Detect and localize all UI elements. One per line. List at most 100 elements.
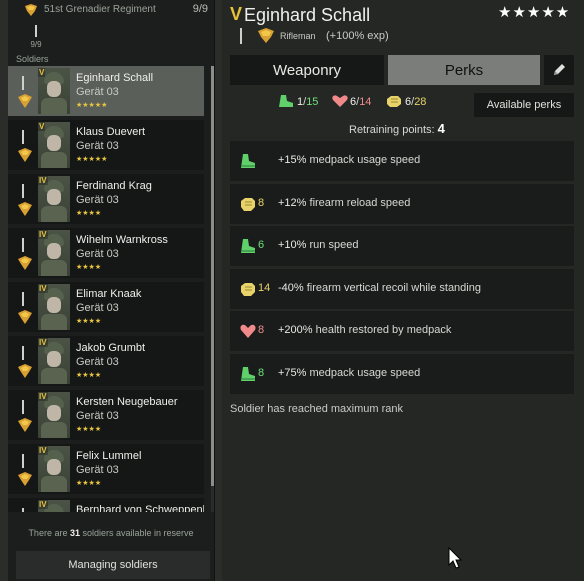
soldier-name: Ferdinand Krag — [76, 180, 152, 192]
perk-text: medpack usage speed — [306, 154, 421, 166]
medal-icon — [18, 310, 32, 324]
soldier-row[interactable]: IV Wihelm Warnkross Gerät 03 ★★★★ — [8, 228, 204, 278]
soldier-row-icons — [16, 336, 34, 386]
perk-description: +200% health restored by medpack — [278, 324, 451, 336]
pencil-icon — [554, 64, 565, 75]
soldier-rank: IV — [38, 338, 48, 347]
face-shape — [47, 135, 61, 151]
soldier-rank: IV — [38, 500, 48, 509]
soldier-gear: Gerät 03 — [76, 248, 119, 260]
body-shape — [41, 98, 67, 114]
yellow-fist-icon — [241, 197, 255, 211]
rifle-icon — [240, 28, 242, 44]
perk-cost: 8 — [258, 196, 265, 209]
perk-value: -40% — [278, 281, 304, 294]
medal-icon — [18, 148, 32, 162]
soldier-name: Elimar Knaak — [76, 288, 142, 300]
perk-value: +200% — [278, 324, 313, 337]
perk-row[interactable]: 8 +12% firearm reload speed — [230, 183, 574, 224]
soldier-name: Eginhard Schall — [76, 72, 154, 84]
soldier-list[interactable]: V Eginhard Schall Gerät 03 ★★★★★ V Klaus Duev… — [8, 66, 204, 512]
perk-row[interactable]: 8 +75% medpack usage speed — [230, 354, 574, 394]
soldier-row[interactable]: V Eginhard Schall Gerät 03 ★★★★★ — [8, 66, 204, 116]
edit-button[interactable] — [544, 55, 574, 85]
soldier-stars: ★★★★ — [76, 210, 102, 217]
soldier-gear: Gerät 03 — [76, 302, 119, 314]
face-shape — [47, 405, 61, 421]
perk-row[interactable]: +15% medpack usage speed — [230, 141, 574, 181]
tab-perks[interactable]: Perks — [388, 55, 540, 85]
perk-text: health restored by medpack — [312, 324, 452, 337]
soldier-row-icons — [16, 120, 34, 170]
medal-icon — [18, 94, 32, 108]
face-shape — [47, 243, 61, 259]
soldier-name: Kersten Neugebauer — [76, 396, 178, 408]
squad-count: 9/9 — [192, 3, 208, 15]
body-shape — [41, 476, 67, 492]
soldier-row[interactable]: IV Ferdinand Krag Gerät 03 ★★★★ — [8, 174, 204, 224]
perk-value: +12% — [278, 196, 307, 209]
perk-text: firearm reload speed — [306, 196, 411, 209]
perk-value: +15% — [278, 154, 307, 166]
max-rank-text: Soldier has reached maximum rank — [230, 403, 404, 415]
soldier-row[interactable]: IV Felix Lummel Gerät 03 ★★★★ — [8, 444, 204, 494]
soldier-rank: IV — [38, 230, 48, 239]
perk-value: +75% — [278, 367, 307, 379]
yellow-fist-icon — [387, 96, 401, 107]
soldier-row[interactable]: IV Jakob Grumbt Gerät 03 ★★★★ — [8, 336, 204, 386]
reserve-prefix: There are — [28, 528, 70, 538]
soldier-gear: Gerät 03 — [76, 464, 119, 476]
soldier-row[interactable]: V Klaus Duevert Gerät 03 ★★★★★ — [8, 120, 204, 170]
squad-slot[interactable]: 9/9 — [28, 25, 44, 51]
soldier-row[interactable]: IV Elimar Knaak Gerät 03 ★★★★ — [8, 282, 204, 332]
reserve-info: There are 31 soldiers available in reser… — [8, 528, 214, 538]
class-medal-icon — [258, 28, 274, 43]
soldier-name: Klaus Duevert — [76, 126, 146, 138]
body-shape — [41, 368, 67, 384]
soldier-rank: IV — [38, 392, 48, 401]
soldier-row-icons — [16, 66, 34, 116]
soldier-rank: IV — [38, 176, 48, 185]
perk-cost: 14 — [258, 281, 271, 294]
retraining-label: Retraining points: — [349, 124, 435, 136]
soldier-row-icons — [16, 174, 34, 224]
perk-row[interactable]: 14 -40% firearm vertical recoil while sta… — [230, 268, 574, 309]
soldier-gear: Gerät 03 — [76, 86, 119, 98]
rifle-icon — [22, 346, 24, 360]
soldier-stars: ★★★★★ — [76, 102, 108, 109]
soldier-rank: V — [38, 122, 46, 131]
perk-value: +10% — [278, 239, 307, 252]
soldier-name: Wihelm Warnkross — [76, 234, 168, 246]
face-shape — [47, 351, 61, 367]
available-perks-button[interactable]: Available perks — [474, 93, 574, 117]
perk-description: +75% medpack usage speed — [278, 367, 420, 379]
soldier-row[interactable]: IV Kersten Neugebauer Gerät 03 ★★★★ — [8, 390, 204, 440]
face-shape — [47, 297, 61, 313]
green-boot-icon — [241, 367, 255, 381]
soldier-name: Bernhard von Schweppenb — [76, 504, 204, 512]
soldier-row[interactable]: IV Bernhard von Schweppenb — [8, 498, 204, 512]
rifle-icon — [35, 25, 37, 37]
pink-heart-icon — [332, 95, 348, 107]
rifle-icon — [22, 76, 24, 90]
retraining-points: Retraining points: 4 — [349, 121, 445, 136]
medal-icon — [18, 418, 32, 432]
exp-bonus: (+100% exp) — [326, 30, 389, 42]
perk-row[interactable]: 6 +10% run speed — [230, 226, 574, 267]
perk-row[interactable]: 8 +200% health restored by medpack — [230, 311, 574, 352]
soldier-rank: IV — [38, 446, 48, 455]
reserve-suffix: soldiers available in reserve — [79, 528, 194, 538]
soldier-stars: ★★★★ — [76, 480, 102, 487]
body-shape — [41, 260, 67, 276]
soldier-name: Felix Lummel — [76, 450, 142, 462]
medal-icon — [18, 202, 32, 216]
vitality-stat: 6/14 — [350, 96, 372, 108]
soldier-rank: V — [38, 68, 46, 77]
perk-cost: 8 — [258, 324, 265, 337]
tab-weaponry[interactable]: Weaponry — [230, 55, 384, 85]
managing-soldiers-button[interactable]: Managing soldiers — [16, 551, 210, 579]
perk-description: +15% medpack usage speed — [278, 154, 420, 166]
vitality-current: 6 — [350, 96, 357, 108]
soldier-stars: ★★★★ — [76, 426, 102, 433]
scrollbar-thumb[interactable] — [211, 66, 214, 486]
